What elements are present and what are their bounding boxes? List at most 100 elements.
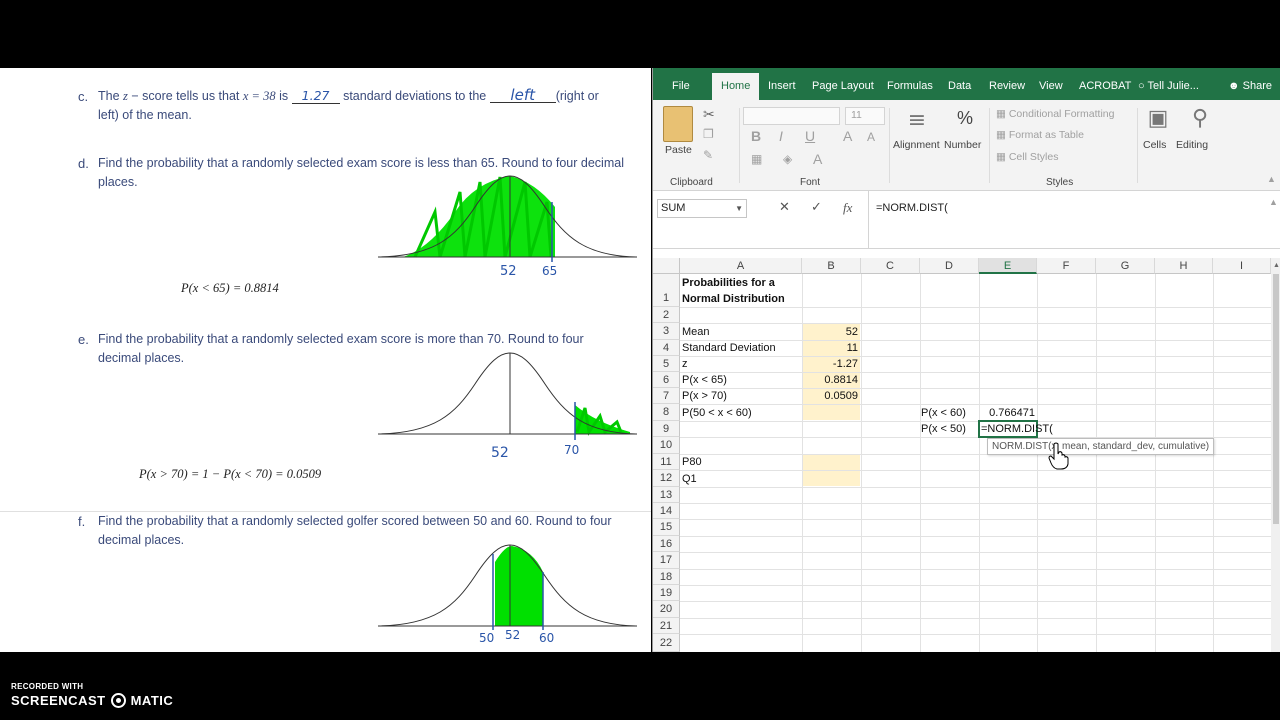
conditional-formatting-button[interactable]: ▦ Conditional Formatting [996, 108, 1114, 120]
cells-icon[interactable]: ▣ [1140, 106, 1176, 131]
row-header-8[interactable]: 8 [653, 404, 680, 421]
handwritten-z-value: 1.27 [291, 89, 340, 104]
spreadsheet-grid[interactable]: A B C D E F G H I 1 2 3 4 5 6 7 8 9 10 1… [653, 258, 1271, 652]
cell-styles-button[interactable]: ▦ Cell Styles [996, 151, 1058, 163]
column-header-d[interactable]: D [920, 258, 979, 274]
tab-formulas[interactable]: Formulas [887, 68, 933, 100]
cell-e8[interactable]: 0.766471 [979, 407, 1035, 419]
cell-d9[interactable]: P(x < 50) [921, 423, 966, 435]
cells-button[interactable]: Cells [1143, 139, 1166, 151]
row-header-15[interactable]: 15 [653, 519, 680, 536]
alignment-button[interactable]: Alignment [893, 139, 940, 151]
cut-icon[interactable]: ✂ [703, 106, 715, 123]
format-as-table-button[interactable]: ▦ Format as Table [996, 129, 1084, 141]
format-painter-icon[interactable]: ✎ [703, 148, 713, 162]
cell-a4[interactable]: Standard Deviation [682, 342, 776, 354]
cell-a3[interactable]: Mean [682, 326, 710, 338]
column-header-g[interactable]: G [1096, 258, 1155, 274]
cell-b4[interactable]: 11 [802, 342, 858, 354]
cell-b3[interactable]: 52 [802, 326, 858, 338]
select-all-corner[interactable] [653, 258, 680, 274]
column-header-f[interactable]: F [1037, 258, 1096, 274]
font-name-box[interactable] [743, 107, 840, 125]
number-button[interactable]: Number [944, 139, 981, 151]
tab-data[interactable]: Data [948, 68, 971, 100]
cell-b5[interactable]: -1.27 [802, 358, 858, 370]
paste-icon[interactable] [663, 106, 693, 142]
row-header-20[interactable]: 20 [653, 601, 680, 618]
row-header-7[interactable]: 7 [653, 388, 680, 404]
column-header-h[interactable]: H [1155, 258, 1213, 274]
column-header-b[interactable]: B [802, 258, 861, 274]
tab-acrobat[interactable]: ACROBAT [1079, 68, 1131, 100]
borders-icon[interactable]: ▦ [751, 152, 762, 166]
column-header-c[interactable]: C [861, 258, 920, 274]
underline-button[interactable]: U [805, 128, 815, 144]
scroll-up-icon[interactable]: ▲ [1273, 262, 1280, 269]
insert-function-icon[interactable]: fx [843, 200, 852, 216]
row-header-18[interactable]: 18 [653, 569, 680, 585]
number-format-icon[interactable]: % [947, 108, 983, 129]
bold-button[interactable]: B [751, 128, 761, 144]
search-icon[interactable]: ⚲ [1180, 106, 1220, 131]
enter-check-icon[interactable]: ✓ [811, 200, 822, 215]
row-header-10[interactable]: 10 [653, 437, 680, 454]
tab-insert[interactable]: Insert [768, 68, 796, 100]
column-header-a[interactable]: A [680, 258, 802, 274]
cell-d8[interactable]: P(x < 60) [921, 407, 966, 419]
cell-a1-line1[interactable]: Probabilities for a [682, 277, 775, 289]
cell-b6[interactable]: 0.8814 [802, 374, 858, 386]
tell-me-search[interactable]: ○ Tell Julie... [1138, 68, 1199, 100]
row-header-4[interactable]: 4 [653, 340, 680, 356]
row-header-14[interactable]: 14 [653, 503, 680, 519]
row-header-11[interactable]: 11 [653, 454, 680, 470]
formula-input[interactable]: =NORM.DIST( [876, 202, 948, 214]
row-header-16[interactable]: 16 [653, 536, 680, 552]
scrollbar-thumb[interactable] [1273, 274, 1279, 524]
tab-view[interactable]: View [1039, 68, 1063, 100]
row-header-6[interactable]: 6 [653, 372, 680, 388]
row-header-5[interactable]: 5 [653, 356, 680, 372]
cell-a6[interactable]: P(x < 65) [682, 374, 727, 386]
cell-a1-line2[interactable]: Normal Distribution [682, 293, 785, 305]
share-button[interactable]: ☻ Share [1228, 68, 1272, 100]
italic-button[interactable]: I [779, 128, 783, 144]
font-color-icon[interactable]: A [813, 151, 822, 167]
row-header-21[interactable]: 21 [653, 618, 680, 634]
row-header-19[interactable]: 19 [653, 585, 680, 601]
increase-font-icon[interactable]: A [843, 128, 852, 144]
row-header-3[interactable]: 3 [653, 323, 680, 340]
alignment-icon[interactable]: ≡ [899, 108, 935, 133]
tab-page-layout[interactable]: Page Layout [812, 68, 874, 100]
row-header-1[interactable]: 1 [653, 274, 680, 307]
copy-icon[interactable]: ❐ [703, 127, 714, 141]
editing-button[interactable]: Editing [1176, 139, 1208, 151]
row-header-2[interactable]: 2 [653, 307, 680, 323]
cell-e9[interactable]: =NORM.DIST( [981, 423, 1053, 435]
row-header-17[interactable]: 17 [653, 552, 680, 569]
column-header-i[interactable]: I [1213, 258, 1271, 274]
tab-review[interactable]: Review [989, 68, 1025, 100]
tab-home[interactable]: Home [712, 73, 760, 100]
name-box[interactable]: SUM ▼ [657, 199, 747, 218]
cell-a8[interactable]: P(50 < x < 60) [682, 407, 752, 419]
cell-a12[interactable]: Q1 [682, 473, 697, 485]
row-header-22[interactable]: 22 [653, 634, 680, 652]
expand-formula-bar-icon[interactable]: ▲ [1269, 197, 1278, 207]
tab-file[interactable]: File [672, 68, 690, 100]
font-size-box[interactable]: 11 [845, 107, 885, 125]
column-header-e[interactable]: E [979, 258, 1037, 274]
fill-color-icon[interactable]: ◈ [783, 152, 792, 166]
decrease-font-icon[interactable]: A [867, 130, 875, 144]
row-header-13[interactable]: 13 [653, 487, 680, 503]
cell-b7[interactable]: 0.0509 [802, 390, 858, 402]
row-header-12[interactable]: 12 [653, 470, 680, 487]
collapse-ribbon-icon[interactable]: ▲ [1267, 174, 1276, 184]
cell-a5[interactable]: z [682, 358, 688, 370]
row-header-9[interactable]: 9 [653, 421, 680, 437]
vertical-scrollbar[interactable]: ▲ [1271, 258, 1280, 652]
cell-a7[interactable]: P(x > 70) [682, 390, 727, 402]
paste-button[interactable]: Paste [665, 144, 692, 156]
cancel-icon[interactable]: ✕ [779, 200, 790, 215]
cell-a11[interactable]: P80 [682, 456, 702, 468]
